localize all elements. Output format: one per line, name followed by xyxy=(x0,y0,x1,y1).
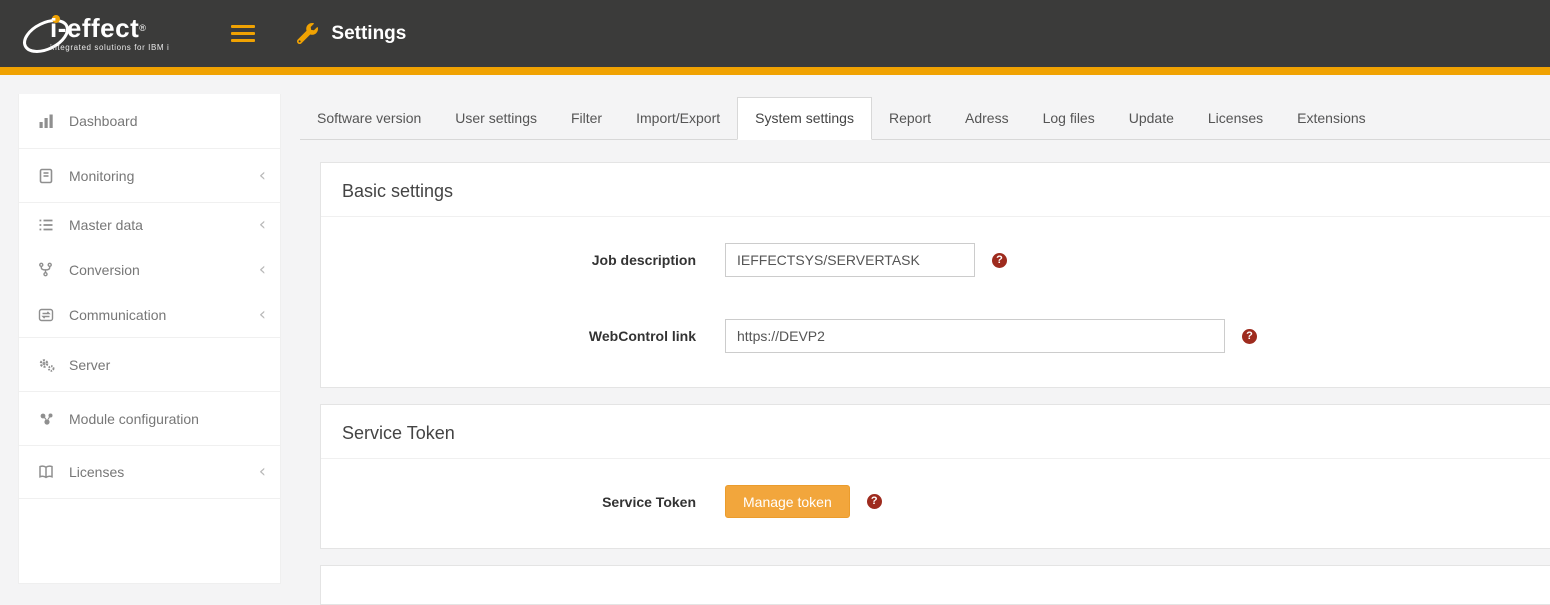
panel-title: Service Token xyxy=(342,423,1550,444)
chevron-left-icon: ‹ xyxy=(259,308,266,322)
job-description-input[interactable] xyxy=(725,243,975,277)
sidebar-wrap: Dashboard Monitoring ‹ Master data ‹ xyxy=(0,75,281,584)
panel-header: Service Token xyxy=(321,405,1550,459)
tab-extensions[interactable]: Extensions xyxy=(1280,98,1382,139)
service-token-row: Service Token Manage token ? xyxy=(321,485,1550,518)
panel-header: Basic settings xyxy=(321,163,1550,217)
tab-user-settings[interactable]: User settings xyxy=(438,98,554,139)
sidebar-item-dashboard[interactable]: Dashboard xyxy=(19,94,280,148)
sidebar-item-licenses[interactable]: Licenses ‹ xyxy=(19,445,280,499)
chevron-left-icon: ‹ xyxy=(259,169,266,183)
tab-update[interactable]: Update xyxy=(1112,98,1191,139)
sidebar-item-label: Communication xyxy=(69,307,259,323)
tab-import-export[interactable]: Import/Export xyxy=(619,98,737,139)
main-content: Software version User settings Filter Im… xyxy=(281,75,1550,584)
service-token-label: Service Token xyxy=(321,494,696,510)
tab-report[interactable]: Report xyxy=(872,98,948,139)
job-description-row: Job description ? xyxy=(321,243,1550,277)
next-panel-stub xyxy=(320,565,1550,605)
app-logo: i-effect® integrated solutions for IBM i xyxy=(30,0,169,67)
sidebar-item-communication[interactable]: Communication ‹ xyxy=(19,292,280,337)
sidebar-item-label: Monitoring xyxy=(69,168,259,184)
chevron-left-icon: ‹ xyxy=(259,263,266,277)
manage-token-button[interactable]: Manage token xyxy=(725,485,850,518)
code-fork-icon xyxy=(38,262,62,277)
exchange-icon xyxy=(38,307,62,323)
tab-software-version[interactable]: Software version xyxy=(300,98,438,139)
sidebar-item-label: Dashboard xyxy=(69,113,266,129)
sidebar-item-module-configuration[interactable]: Module configuration xyxy=(19,391,280,445)
service-token-panel: Service Token Service Token Manage token… xyxy=(320,404,1550,549)
webcontrol-link-label: WebControl link xyxy=(321,328,696,344)
sidebar-item-master-data[interactable]: Master data ‹ xyxy=(19,202,280,247)
help-icon[interactable]: ? xyxy=(992,253,1007,268)
tab-adress[interactable]: Adress xyxy=(948,98,1026,139)
job-description-label: Job description xyxy=(321,252,696,268)
basic-settings-panel: Basic settings Job description ? WebCont… xyxy=(320,162,1550,388)
tab-filter[interactable]: Filter xyxy=(554,98,619,139)
settings-tabs: Software version User settings Filter Im… xyxy=(300,97,1550,140)
logo-title: i-effect® xyxy=(50,15,169,41)
webcontrol-link-row: WebControl link ? xyxy=(321,319,1550,353)
accent-bar xyxy=(0,67,1550,75)
chevron-left-icon: ‹ xyxy=(259,465,266,479)
gears-icon xyxy=(38,357,62,373)
sidebar: Dashboard Monitoring ‹ Master data ‹ xyxy=(18,94,281,584)
webcontrol-link-input[interactable] xyxy=(725,319,1225,353)
wrench-icon xyxy=(297,23,318,44)
chevron-left-icon: ‹ xyxy=(259,218,266,232)
modules-icon xyxy=(38,411,62,427)
sidebar-item-server[interactable]: Server xyxy=(19,337,280,391)
sidebar-toggle-icon[interactable] xyxy=(231,21,255,46)
book-icon xyxy=(38,464,62,480)
journal-icon xyxy=(38,168,62,184)
sidebar-item-conversion[interactable]: Conversion ‹ xyxy=(19,247,280,292)
sidebar-item-label: Module configuration xyxy=(69,411,266,427)
tab-system-settings[interactable]: System settings xyxy=(737,97,872,140)
sidebar-item-label: Master data xyxy=(69,217,259,233)
page-title-area: Settings xyxy=(297,23,406,45)
panel-title: Basic settings xyxy=(342,181,1550,202)
logo-subtitle: integrated solutions for IBM i xyxy=(50,43,169,52)
top-bar: i-effect® integrated solutions for IBM i… xyxy=(0,0,1550,67)
sidebar-item-label: Server xyxy=(69,357,266,373)
help-icon[interactable]: ? xyxy=(1242,329,1257,344)
sidebar-item-label: Conversion xyxy=(69,262,259,278)
sidebar-item-label: Licenses xyxy=(69,464,259,480)
list-icon xyxy=(38,217,62,233)
tab-log-files[interactable]: Log files xyxy=(1026,98,1112,139)
sidebar-item-monitoring[interactable]: Monitoring ‹ xyxy=(19,148,280,202)
page-title: Settings xyxy=(331,23,406,45)
bar-chart-icon xyxy=(38,113,62,129)
help-icon[interactable]: ? xyxy=(867,494,882,509)
tab-licenses[interactable]: Licenses xyxy=(1191,98,1280,139)
